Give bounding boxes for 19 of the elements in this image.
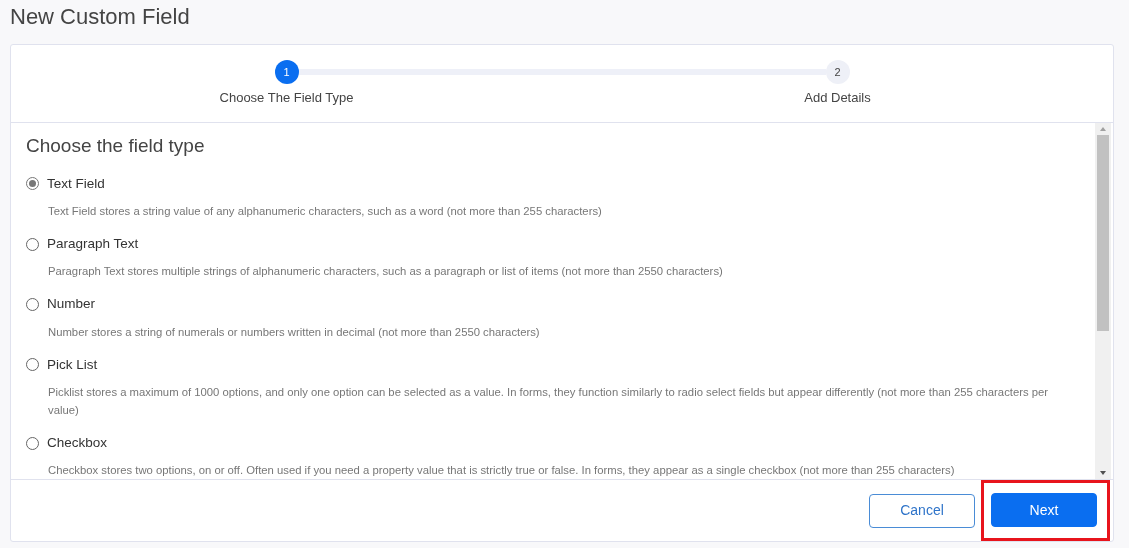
option-description: Checkbox stores two options, on or off. Often used if you need a property value that is strictly true or false. In forms, they appear as a single checkbox (not more than 255 characters) (48, 463, 956, 479)
option-label[interactable]: Text Field (47, 173, 105, 194)
option-label[interactable]: Pick List (47, 354, 98, 375)
option-label[interactable]: Paragraph Text (47, 233, 139, 255)
section-title: Choose the field type (26, 134, 206, 158)
step-number[interactable]: 1 (274, 60, 299, 84)
step-label: Choose The Field Type (219, 89, 354, 107)
option-label[interactable]: Checkbox (47, 432, 108, 454)
option-label[interactable]: Number (47, 294, 95, 315)
option-description: Number stores a string of numerals or numbers written in decimal (not more than 2550 characters) (48, 324, 541, 340)
page-title: New Custom Field (9, 3, 191, 31)
option-description: Paragraph Text stores multiple strings of alphanumeric characters, such as a paragraph or list of items (not more than 2550 characters) (48, 264, 724, 280)
scrollbar[interactable] (1095, 122, 1111, 479)
step-label: Add Details (804, 89, 871, 107)
step-number[interactable]: 2 (825, 60, 850, 84)
option-description: Picklist stores a maximum of 1000 options, and only one option can be selected as a value. In forms, they function similarly to radio select fields but appear differently (not more than 255 characters per value) (48, 384, 1050, 418)
option-description: Text Field stores a string value of any alphanumeric characters, such as a word (not more than 255 characters) (48, 203, 603, 219)
cancel-button[interactable]: Cancel (869, 493, 975, 528)
next-button[interactable]: Next (991, 493, 1097, 527)
